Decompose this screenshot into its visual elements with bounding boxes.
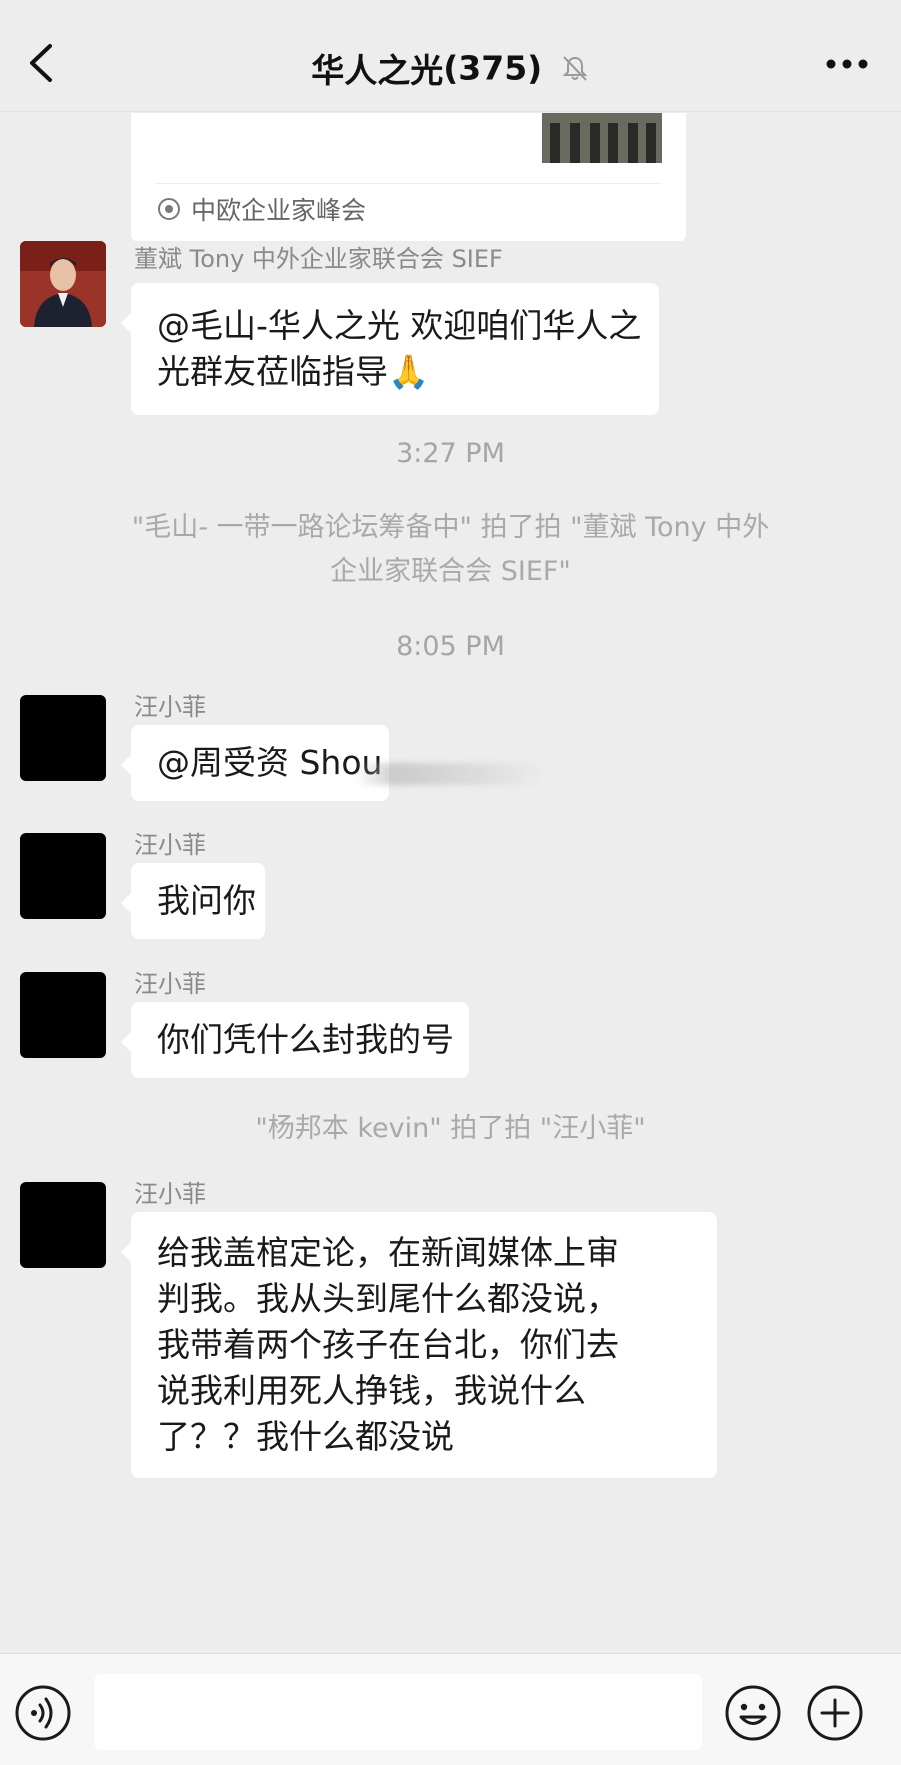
sender-name: 汪小菲 [134, 970, 206, 998]
more-options-button[interactable] [823, 52, 871, 76]
system-message-line: 企业家联合会 SIEF" [330, 556, 571, 587]
redaction-blur [354, 763, 544, 785]
system-message-line: "杨邦本 kevin" 拍了拍 "汪小菲" [255, 1113, 646, 1144]
message-line: 说我利用死人挣钱，我说什么 [157, 1371, 586, 1410]
voice-icon [15, 1685, 71, 1741]
message-line: 给我盖棺定论，在新闻媒体上审 [157, 1233, 619, 1272]
group-name: 华人之光 [311, 51, 444, 90]
sender-name: 汪小菲 [134, 1180, 206, 1208]
input-bar [0, 1653, 901, 1765]
system-message-pat: "毛山- 一带一路论坛筹备中" 拍了拍 "董斌 Tony 中外 企业家联合会 S… [0, 506, 901, 594]
message-line: @毛山-华人之光 欢迎咱们华人之 [157, 306, 642, 345]
shared-link-card[interactable]: 中欧企业家峰会 [131, 113, 686, 241]
avatar[interactable] [20, 695, 106, 781]
voice-button[interactable] [14, 1684, 72, 1742]
message-line: 光群友莅临指导🙏 [157, 352, 430, 391]
message-line: 了？？我什么都没说 [157, 1417, 454, 1456]
card-thumbnail [542, 113, 662, 163]
message-bubble[interactable]: 给我盖棺定论，在新闻媒体上审 判我。我从头到尾什么都没说， 我带着两个孩子在台北… [121, 1212, 717, 1478]
chat-header: 华人之光(375) [0, 0, 901, 112]
system-message-line: "毛山- 一带一路论坛筹备中" 拍了拍 "董斌 Tony 中外 [131, 512, 770, 543]
more-functions-button[interactable] [806, 1684, 864, 1742]
plus-circle-icon [807, 1685, 863, 1741]
avatar[interactable] [20, 972, 106, 1058]
card-source-name: 中欧企业家峰会 [191, 196, 367, 225]
system-message-pat: "杨邦本 kevin" 拍了拍 "汪小菲" [0, 1107, 901, 1151]
timestamp: 3:27 PM [396, 438, 505, 469]
message-list[interactable]: 中欧企业家峰会 董斌 Tony 中外企业家联合会 SIEF @毛山-华人之光 欢… [0, 113, 901, 1653]
sender-name: 董斌 Tony 中外企业家联合会 SIEF [134, 245, 503, 273]
message-bubble[interactable]: 你们凭什么封我的号 [121, 1002, 469, 1078]
card-source: 中欧企业家峰会 [157, 191, 366, 227]
message-line: 我问你 [157, 881, 256, 920]
avatar[interactable] [20, 833, 106, 919]
message-bubble[interactable]: 我问你 [121, 863, 265, 939]
avatar[interactable] [20, 1182, 106, 1268]
sender-name: 汪小菲 [134, 831, 206, 859]
chat-screen: 华人之光(375) 中欧企业家峰会 董斌 Tony 中外企业家联合会 SIEF … [0, 0, 901, 1765]
message-input[interactable] [94, 1674, 702, 1750]
message-bubble[interactable]: @周受资 Shou [121, 725, 389, 801]
emoji-icon [725, 1685, 781, 1741]
message-line: 判我。我从头到尾什么都没说， [157, 1279, 619, 1318]
more-dots-icon [826, 59, 868, 69]
card-divider [155, 183, 662, 184]
bell-muted-icon [562, 56, 588, 81]
mini-program-icon [158, 198, 180, 220]
avatar[interactable] [20, 241, 106, 327]
message-line: 我带着两个孩子在台北，你们去 [157, 1325, 619, 1364]
message-line: @周受资 Shou [157, 743, 383, 782]
sender-name: 汪小菲 [134, 693, 206, 721]
chat-title[interactable]: 华人之光(375) [0, 44, 901, 92]
avatar-photo-icon [20, 241, 106, 327]
timestamp: 8:05 PM [396, 631, 505, 662]
emoji-button[interactable] [724, 1684, 782, 1742]
member-count: (375) [443, 48, 543, 88]
message-line: 你们凭什么封我的号 [157, 1020, 454, 1059]
message-bubble[interactable]: @毛山-华人之光 欢迎咱们华人之 光群友莅临指导🙏 [121, 283, 659, 415]
